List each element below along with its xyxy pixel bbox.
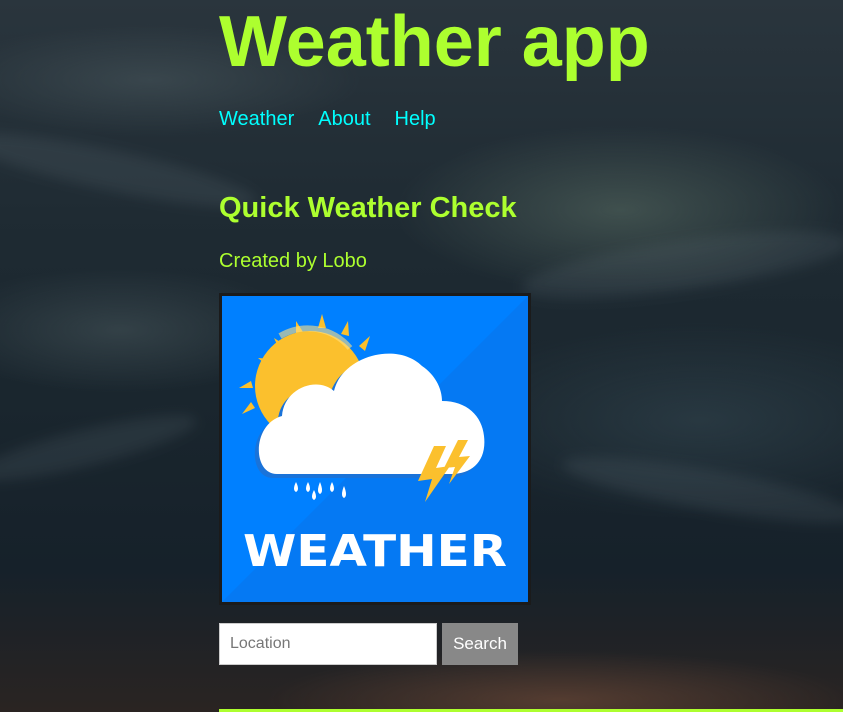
nav-link-weather[interactable]: Weather [219,108,294,131]
author-credit: Created by Lobo [219,250,367,272]
search-form: Search [219,623,518,665]
cloud-streak [518,217,843,313]
cloud-streak [558,444,843,536]
app-title: Weather app [219,2,650,82]
search-button[interactable]: Search [442,623,518,665]
nav-link-about[interactable]: About [318,108,370,131]
location-input[interactable] [219,623,437,665]
nav-link-help[interactable]: Help [395,108,436,131]
main-nav: Weather About Help [219,108,436,131]
weather-logo: WEATHER [219,293,531,605]
cloud-streak [0,402,201,494]
page-heading: Quick Weather Check [219,192,517,224]
page-background: { "header": { "title": "Weather app" }, … [0,0,843,712]
weather-logo-image: WEATHER [222,296,528,602]
logo-wordmark: WEATHER [243,526,507,577]
